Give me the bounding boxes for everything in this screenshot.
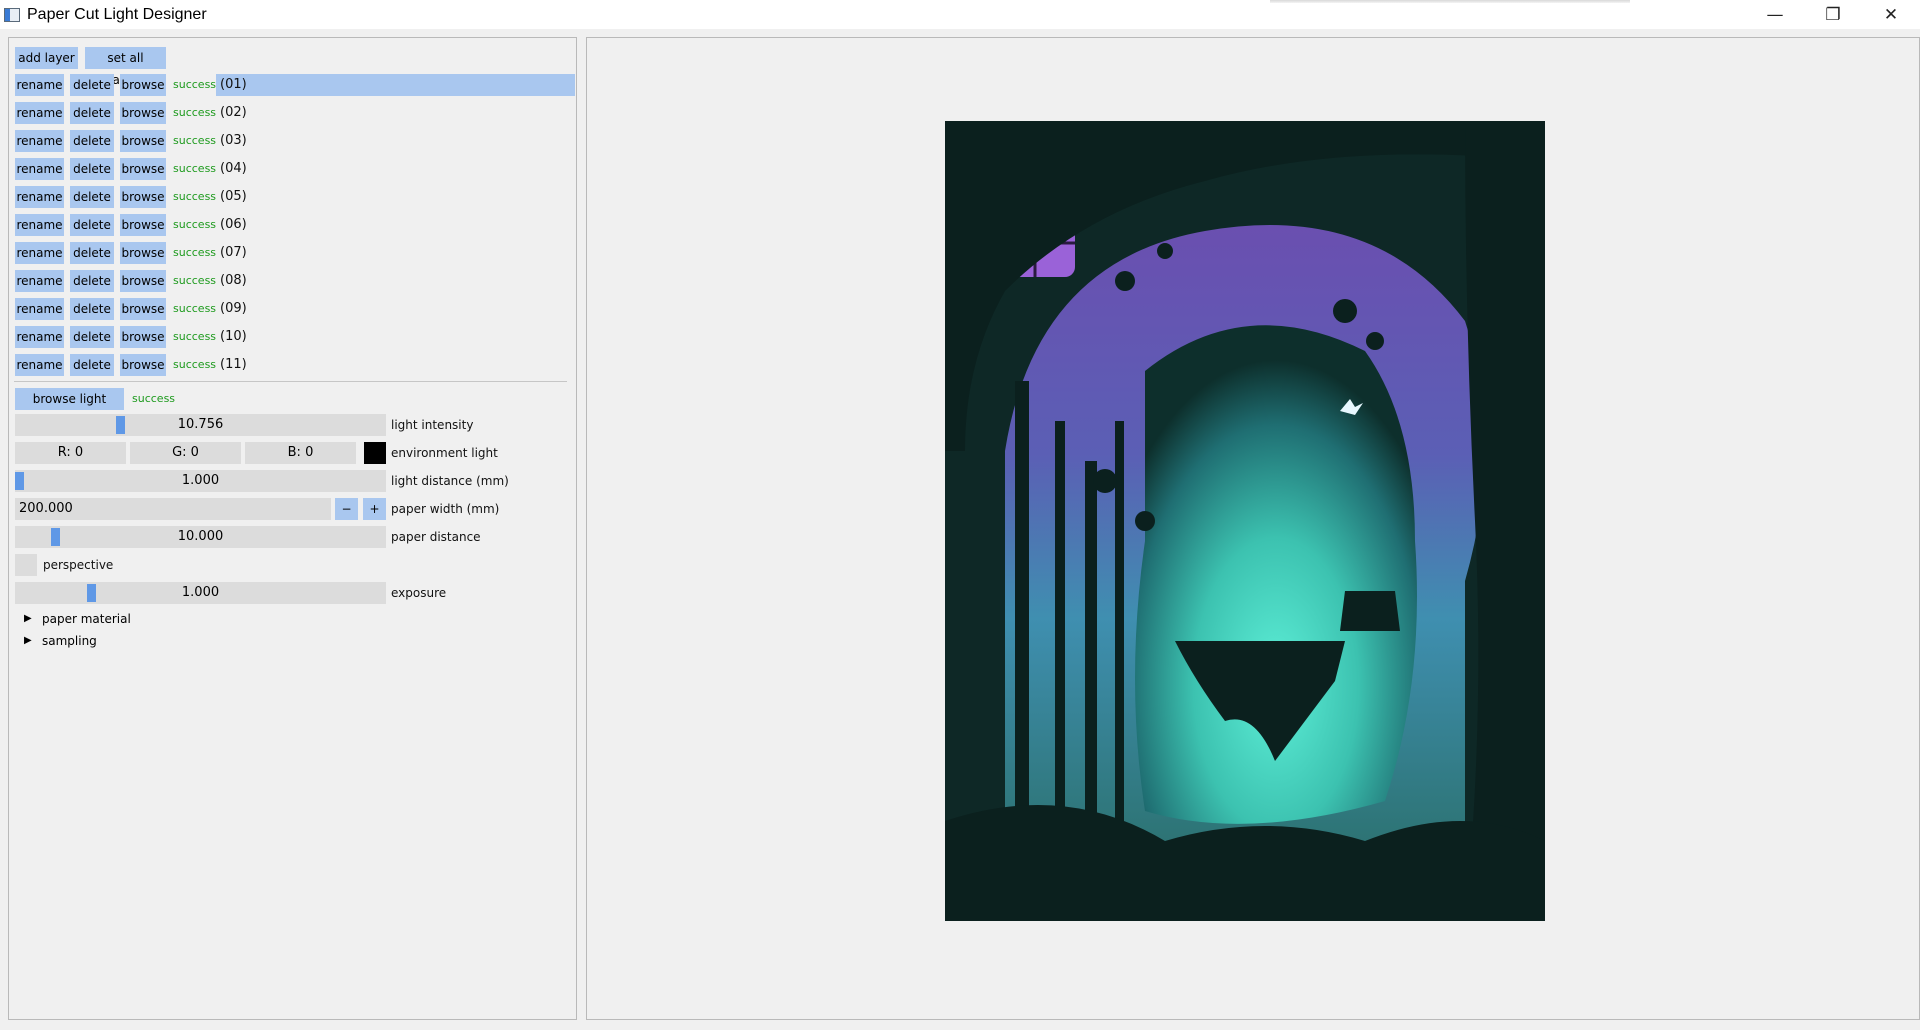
delete-button[interactable]: delete	[70, 158, 114, 180]
window-controls: — ❐ ✕	[1746, 0, 1920, 29]
paper-width-input[interactable]: 200.000	[15, 498, 331, 520]
exposure-slider[interactable]: 1.000	[15, 582, 386, 604]
browse-button[interactable]: browse	[120, 326, 166, 348]
layer-name[interactable]: (04)	[220, 158, 247, 180]
layer-status: success	[173, 302, 217, 315]
perspective-label: perspective	[43, 558, 114, 572]
delete-button[interactable]: delete	[70, 74, 114, 96]
layer-status: success	[173, 78, 217, 91]
light-image-status: success	[132, 392, 176, 405]
window-title: Paper Cut Light Designer	[27, 5, 207, 23]
env-light-g-field[interactable]: G: 0	[130, 442, 241, 464]
slider-value: 1.000	[181, 585, 220, 600]
layer-name[interactable]: (06)	[220, 214, 247, 236]
browse-button[interactable]: browse	[120, 74, 166, 96]
paper-material-node[interactable]: paper material	[42, 610, 131, 628]
rename-button[interactable]: rename	[15, 214, 64, 236]
layer-status: success	[173, 134, 217, 147]
light-intensity-slider[interactable]: 10.756	[15, 414, 386, 436]
light-distance-label: light distance (mm)	[391, 474, 509, 488]
browse-button[interactable]: browse	[120, 102, 166, 124]
layer-status: success	[173, 246, 217, 259]
paper-distance-label: paper distance	[391, 530, 481, 544]
browse-button[interactable]: browse	[120, 242, 166, 264]
layer-status: success	[173, 358, 217, 371]
browse-button[interactable]: browse	[120, 130, 166, 152]
slider-value: 10.756	[177, 417, 224, 432]
rename-button[interactable]: rename	[15, 354, 64, 376]
rename-button[interactable]: rename	[15, 102, 64, 124]
title-bar: Paper Cut Light Designer — ❐ ✕	[0, 0, 1920, 29]
layer-status: success	[173, 274, 217, 287]
layer-status: success	[173, 106, 217, 119]
exposure-label: exposure	[391, 586, 447, 600]
slider-value: 10.000	[177, 529, 224, 544]
rename-button[interactable]: rename	[15, 270, 64, 292]
paper-width-decrement-button[interactable]: −	[335, 498, 358, 520]
preview-illustration	[945, 121, 1545, 921]
layer-name[interactable]: (10)	[220, 326, 247, 348]
divider	[14, 381, 567, 382]
browse-button[interactable]: browse	[120, 186, 166, 208]
layer-status: success	[173, 162, 217, 175]
layer-name[interactable]: (07)	[220, 242, 247, 264]
delete-button[interactable]: delete	[70, 270, 114, 292]
browse-button[interactable]: browse	[120, 214, 166, 236]
layer-status: success	[173, 330, 217, 343]
layer-name[interactable]: (01)	[220, 74, 247, 96]
app-icon	[4, 7, 20, 22]
layer-status: success	[173, 218, 217, 231]
expand-arrow-icon[interactable]: ▶	[24, 632, 32, 650]
paper-width-increment-button[interactable]: +	[363, 498, 386, 520]
delete-button[interactable]: delete	[70, 354, 114, 376]
titlebar-shadow	[1270, 0, 1630, 3]
expand-arrow-icon[interactable]: ▶	[24, 610, 32, 628]
rename-button[interactable]: rename	[15, 74, 64, 96]
rename-button[interactable]: rename	[15, 186, 64, 208]
browse-light-image-button[interactable]: browse light image	[15, 388, 124, 428]
light-intensity-label: light intensity	[391, 418, 474, 432]
paper-cut-preview-image	[945, 121, 1545, 921]
add-layer-button[interactable]: add layer	[15, 47, 78, 69]
delete-button[interactable]: delete	[70, 186, 114, 208]
browse-button[interactable]: browse	[120, 158, 166, 180]
selected-row-highlight	[216, 74, 575, 96]
close-button[interactable]: ✕	[1862, 0, 1920, 29]
env-light-r-field[interactable]: R: 0	[15, 442, 126, 464]
layer-name[interactable]: (02)	[220, 102, 247, 124]
minimize-button[interactable]: —	[1746, 0, 1804, 29]
maximize-button[interactable]: ❐	[1804, 0, 1862, 29]
rename-button[interactable]: rename	[15, 242, 64, 264]
delete-button[interactable]: delete	[70, 242, 114, 264]
env-light-color-swatch[interactable]	[364, 442, 386, 464]
delete-button[interactable]: delete	[70, 130, 114, 152]
browse-button[interactable]: browse	[120, 298, 166, 320]
layer-name[interactable]: (08)	[220, 270, 247, 292]
delete-button[interactable]: delete	[70, 214, 114, 236]
perspective-checkbox[interactable]	[15, 554, 37, 576]
delete-button[interactable]: delete	[70, 298, 114, 320]
delete-button[interactable]: delete	[70, 102, 114, 124]
delete-button[interactable]: delete	[70, 326, 114, 348]
env-light-b-field[interactable]: B: 0	[245, 442, 356, 464]
browse-button[interactable]: browse	[120, 270, 166, 292]
paper-width-label: paper width (mm)	[391, 502, 500, 516]
slider-value: 1.000	[181, 473, 220, 488]
rename-button[interactable]: rename	[15, 326, 64, 348]
rename-button[interactable]: rename	[15, 130, 64, 152]
sampling-node[interactable]: sampling	[42, 632, 97, 650]
layer-name[interactable]: (05)	[220, 186, 247, 208]
paper-distance-slider[interactable]: 10.000	[15, 526, 386, 548]
layer-name[interactable]: (03)	[220, 130, 247, 152]
environment-light-label: environment light	[391, 446, 498, 460]
light-distance-slider[interactable]: 1.000	[15, 470, 386, 492]
rename-button[interactable]: rename	[15, 298, 64, 320]
rename-button[interactable]: rename	[15, 158, 64, 180]
layer-name[interactable]: (11)	[220, 354, 247, 376]
layer-name[interactable]: (09)	[220, 298, 247, 320]
layer-status: success	[173, 190, 217, 203]
browse-button[interactable]: browse	[120, 354, 166, 376]
set-all-papers-button[interactable]: set all papers	[85, 47, 166, 87]
